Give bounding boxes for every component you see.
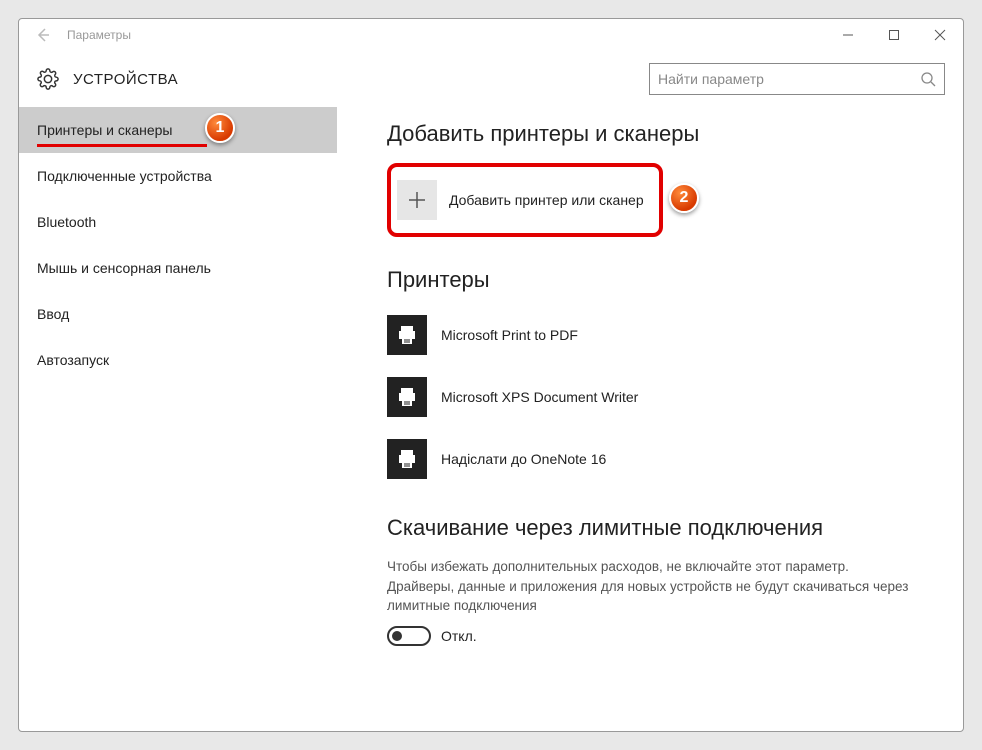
gear-icon (37, 68, 59, 90)
sidebar-item-mouse-touchpad[interactable]: Мышь и сенсорная панель (19, 245, 337, 291)
metered-description: Чтобы избежать дополнительных расходов, … (387, 557, 913, 616)
printer-label: Microsoft XPS Document Writer (441, 389, 638, 405)
close-icon (934, 29, 946, 41)
sidebar: Принтеры и сканеры 1 Подключенные устрой… (19, 107, 337, 731)
printer-item[interactable]: Microsoft Print to PDF (387, 309, 913, 361)
toggle-knob (392, 631, 402, 641)
sidebar-item-printers-scanners[interactable]: Принтеры и сканеры 1 (19, 107, 337, 153)
sidebar-item-typing[interactable]: Ввод (19, 291, 337, 337)
add-printer-button[interactable]: Добавить принтер или сканер (387, 163, 663, 237)
page-title: УСТРОЙСТВА (73, 71, 178, 88)
maximize-icon (888, 29, 900, 41)
search-icon (920, 71, 936, 87)
header: УСТРОЙСТВА (19, 51, 963, 107)
sidebar-item-label: Подключенные устройства (37, 168, 212, 184)
sidebar-item-connected-devices[interactable]: Подключенные устройства (19, 153, 337, 199)
minimize-icon (842, 29, 854, 41)
add-printer-label: Добавить принтер или сканер (449, 192, 644, 208)
section-title-printers: Принтеры (387, 267, 913, 293)
sidebar-item-label: Принтеры и сканеры (37, 122, 172, 138)
sidebar-item-label: Автозапуск (37, 352, 109, 368)
content: Добавить принтеры и сканеры Добавить при… (337, 107, 963, 731)
sidebar-item-label: Ввод (37, 306, 69, 322)
printer-label: Надіслати до OneNote 16 (441, 451, 606, 467)
plus-icon (397, 180, 437, 220)
back-button[interactable] (25, 19, 61, 51)
annotation-underline (37, 144, 207, 147)
printer-label: Microsoft Print to PDF (441, 327, 578, 343)
sidebar-item-autoplay[interactable]: Автозапуск (19, 337, 337, 383)
toggle-state-label: Откл. (441, 628, 477, 644)
titlebar: Параметры (19, 19, 963, 51)
back-arrow-icon (35, 27, 51, 43)
section-title-metered: Скачивание через лимитные подключения (387, 515, 913, 541)
printer-icon (387, 377, 427, 417)
section-title-add: Добавить принтеры и сканеры (387, 121, 913, 147)
sidebar-item-bluetooth[interactable]: Bluetooth (19, 199, 337, 245)
sidebar-item-label: Мышь и сенсорная панель (37, 260, 211, 276)
close-button[interactable] (917, 19, 963, 51)
maximize-button[interactable] (871, 19, 917, 51)
printer-icon (387, 439, 427, 479)
search-input[interactable] (658, 71, 920, 87)
body: Принтеры и сканеры 1 Подключенные устрой… (19, 107, 963, 731)
search-box[interactable] (649, 63, 945, 95)
window-title: Параметры (67, 28, 131, 42)
printer-item[interactable]: Надіслати до OneNote 16 (387, 433, 913, 485)
callout-1: 1 (205, 113, 235, 143)
minimize-button[interactable] (825, 19, 871, 51)
metered-toggle[interactable] (387, 626, 431, 646)
settings-window: Параметры УСТРОЙСТВА (18, 18, 964, 732)
sidebar-item-label: Bluetooth (37, 214, 96, 230)
printer-item[interactable]: Microsoft XPS Document Writer (387, 371, 913, 423)
callout-2: 2 (669, 183, 699, 213)
printer-icon (387, 315, 427, 355)
